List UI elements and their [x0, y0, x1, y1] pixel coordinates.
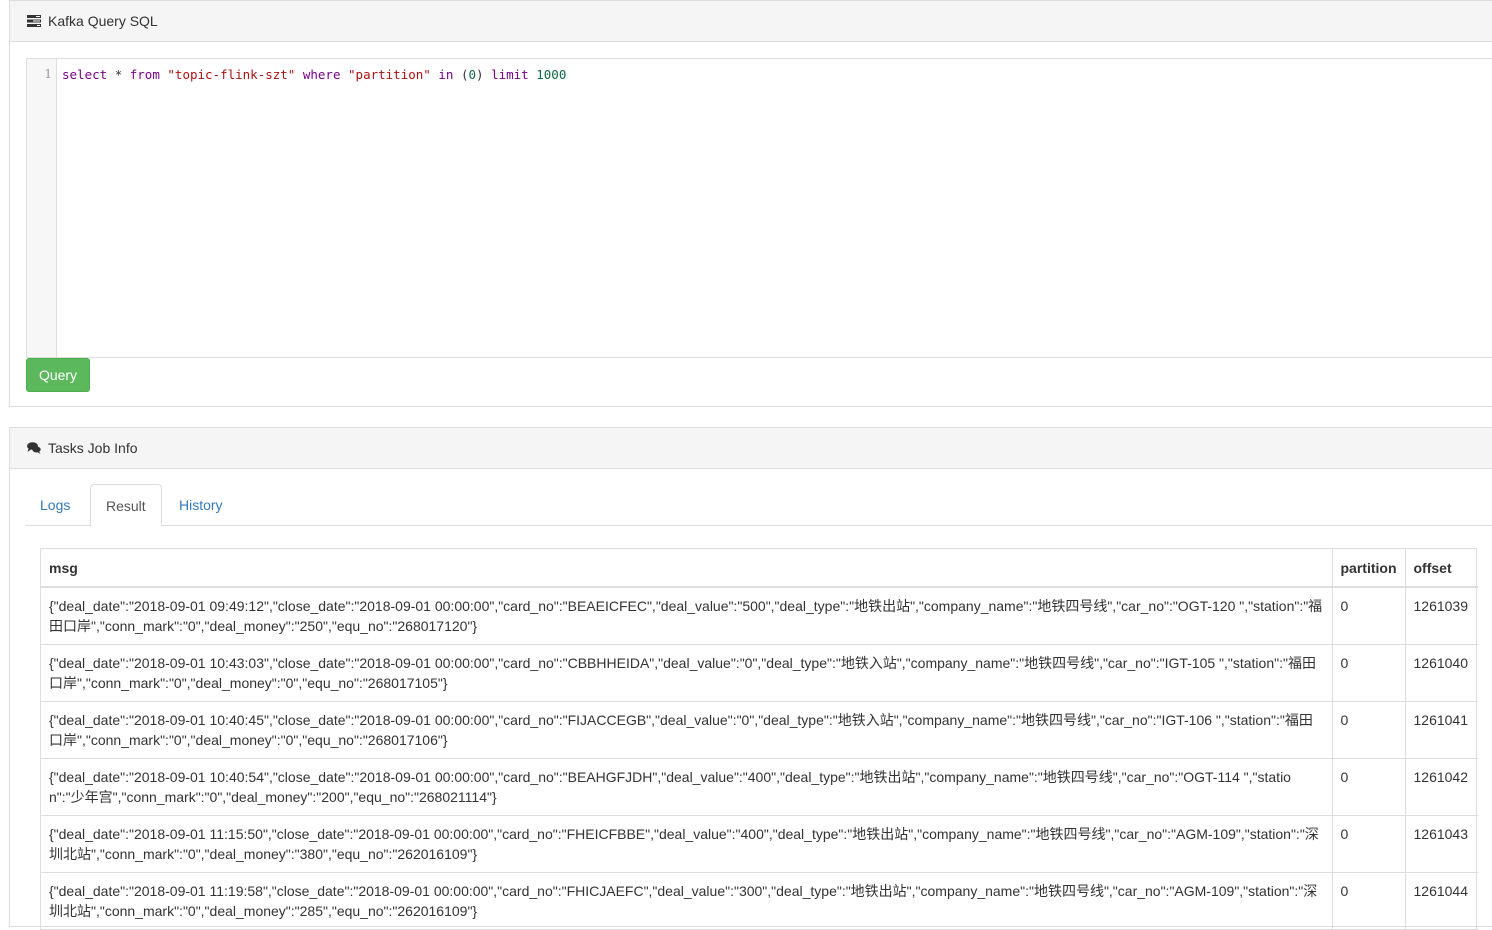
line-number-gutter: 1	[27, 59, 57, 357]
tab-result[interactable]: Result	[90, 484, 162, 527]
kafka-query-panel-heading: Kafka Query SQL	[10, 1, 1492, 42]
tab-logs[interactable]: Logs	[25, 484, 85, 526]
table-row: {"deal_date":"2018-09-01 09:49:12","clos…	[41, 587, 1478, 645]
cell-partition: 0	[1332, 644, 1406, 702]
sql-code-line[interactable]: select * from "topic-flink-szt" where "p…	[62, 67, 566, 82]
sql-keyword-from: from	[129, 67, 160, 82]
comments-icon	[27, 441, 41, 455]
cell-offset: 1261040	[1405, 644, 1478, 702]
column-header-msg[interactable]: msg	[41, 549, 1333, 588]
cell-msg: {"deal_date":"2018-09-01 10:43:03","clos…	[41, 644, 1333, 702]
sql-star: *	[114, 67, 123, 82]
tasks-job-info-panel-heading: Tasks Job Info	[10, 428, 1492, 469]
tasks-job-info-panel-title: Tasks Job Info	[48, 440, 138, 456]
cell-partition: 0	[1332, 701, 1406, 759]
kafka-query-panel-title: Kafka Query SQL	[48, 13, 158, 29]
results-table: msg partition offset {"deal_date":"2018-…	[41, 549, 1478, 930]
sql-keyword-limit: limit	[491, 67, 529, 82]
cell-msg: {"deal_date":"2018-09-01 10:40:45","clos…	[41, 701, 1333, 759]
cell-partition: 0	[1332, 587, 1406, 645]
sql-keyword-in: in	[438, 67, 454, 82]
tab-history[interactable]: History	[164, 484, 238, 526]
cell-offset: 1261039	[1405, 587, 1478, 645]
sql-topic-name: "topic-flink-szt"	[167, 67, 296, 82]
sql-limit-value: 1000	[536, 67, 567, 82]
table-row: {"deal_date":"2018-09-01 11:15:50","clos…	[41, 815, 1478, 873]
kafka-query-panel: Kafka Query SQL 1 select * from "topic-f…	[9, 0, 1492, 407]
cell-partition: 0	[1332, 872, 1406, 930]
line-number: 1	[44, 67, 52, 81]
sql-keyword-where: where	[302, 67, 341, 82]
cell-partition: 0	[1332, 815, 1406, 873]
cell-msg: {"deal_date":"2018-09-01 11:19:58","clos…	[41, 872, 1333, 930]
cell-offset: 1261044	[1405, 872, 1478, 930]
sql-keyword-select: select	[62, 67, 108, 82]
query-button[interactable]: Query	[26, 358, 90, 392]
table-row: {"deal_date":"2018-09-01 10:40:45","clos…	[41, 701, 1478, 759]
cell-offset: 1261041	[1405, 701, 1478, 759]
result-tabs: Logs Result History	[25, 484, 1492, 527]
cell-msg: {"deal_date":"2018-09-01 11:15:50","clos…	[41, 815, 1333, 873]
column-header-partition[interactable]: partition	[1332, 549, 1406, 588]
cell-msg: {"deal_date":"2018-09-01 09:49:12","clos…	[41, 587, 1333, 645]
cell-partition: 0	[1332, 758, 1406, 816]
tasks-list-icon	[27, 14, 41, 28]
table-row: {"deal_date":"2018-09-01 10:43:03","clos…	[41, 644, 1478, 702]
table-row: {"deal_date":"2018-09-01 10:40:54","clos…	[41, 758, 1478, 816]
sql-in-value: 0	[468, 67, 477, 82]
cell-offset: 1261042	[1405, 758, 1478, 816]
table-row: {"deal_date":"2018-09-01 11:19:58","clos…	[41, 872, 1478, 930]
column-header-offset[interactable]: offset	[1405, 549, 1478, 588]
results-table-container: msg partition offset {"deal_date":"2018-…	[40, 548, 1478, 930]
table-header-row: msg partition offset	[41, 549, 1478, 588]
sql-column-name: "partition"	[348, 67, 431, 82]
cell-offset: 1261043	[1405, 815, 1478, 873]
sql-editor[interactable]: 1 select * from "topic-flink-szt" where …	[26, 58, 1492, 358]
sql-paren-close: )	[476, 67, 484, 82]
tasks-job-info-panel: Tasks Job Info Logs Result History msg p…	[9, 427, 1492, 930]
cell-msg: {"deal_date":"2018-09-01 10:40:54","clos…	[41, 758, 1333, 816]
